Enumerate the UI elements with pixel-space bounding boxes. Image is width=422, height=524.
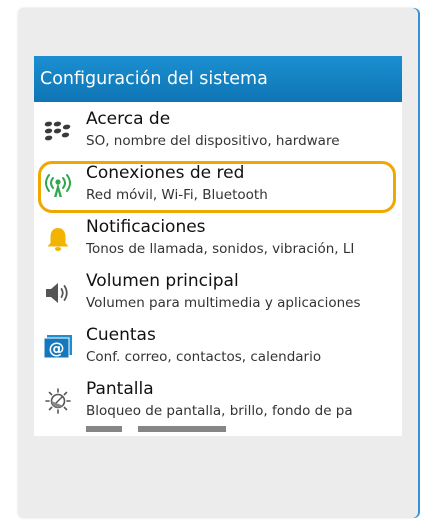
settings-item-title: Conexiones de red xyxy=(86,163,245,183)
next-item-partial xyxy=(86,426,286,432)
settings-item-subtitle: Tonos de llamada, sonidos, vibración, LI xyxy=(86,241,355,257)
settings-item-subtitle: Volumen para multimedia y aplicaciones xyxy=(86,295,361,311)
settings-item-volumen-principal[interactable]: Volumen principal Volumen para multimedi… xyxy=(34,266,402,320)
settings-list: Acerca de SO, nombre del dispositivo, ha… xyxy=(34,104,402,428)
settings-item-subtitle: Bloqueo de pantalla, brillo, fondo de pa xyxy=(86,403,353,419)
settings-item-subtitle: Conf. correo, contactos, calendario xyxy=(86,349,322,365)
settings-item-notificaciones[interactable]: Notificaciones Tonos de llamada, sonidos… xyxy=(34,212,402,266)
settings-item-pantalla[interactable]: Pantalla Bloqueo de pantalla, brillo, fo… xyxy=(34,374,402,428)
settings-item-subtitle: Red móvil, Wi-Fi, Bluetooth xyxy=(86,187,268,203)
settings-item-title: Volumen principal xyxy=(86,271,239,291)
settings-item-title: Cuentas xyxy=(86,325,156,345)
settings-item-title: Acerca de xyxy=(86,109,171,129)
settings-item-conexiones-de-red[interactable]: Conexiones de red Red móvil, Wi-Fi, Blue… xyxy=(34,158,402,212)
speaker-icon xyxy=(44,280,72,306)
svg-text:@: @ xyxy=(49,339,65,358)
settings-item-subtitle: SO, nombre del dispositivo, hardware xyxy=(86,133,340,149)
page-title: Configuración del sistema xyxy=(34,56,402,102)
settings-item-title: Pantalla xyxy=(86,379,154,399)
settings-screen: Configuración del sistema Acerca de SO, … xyxy=(34,56,402,436)
device-frame: Configuración del sistema Acerca de SO, … xyxy=(18,8,418,518)
bell-icon xyxy=(44,226,72,252)
settings-item-cuentas[interactable]: @ Cuentas Conf. correo, contactos, calen… xyxy=(34,320,402,374)
antenna-icon xyxy=(44,172,72,198)
blackberry-logo-icon xyxy=(44,118,72,144)
settings-item-acerca-de[interactable]: Acerca de SO, nombre del dispositivo, ha… xyxy=(34,104,402,158)
brightness-icon xyxy=(44,388,72,414)
at-sign-icon: @ xyxy=(43,334,72,360)
settings-item-title: Notificaciones xyxy=(86,217,206,237)
